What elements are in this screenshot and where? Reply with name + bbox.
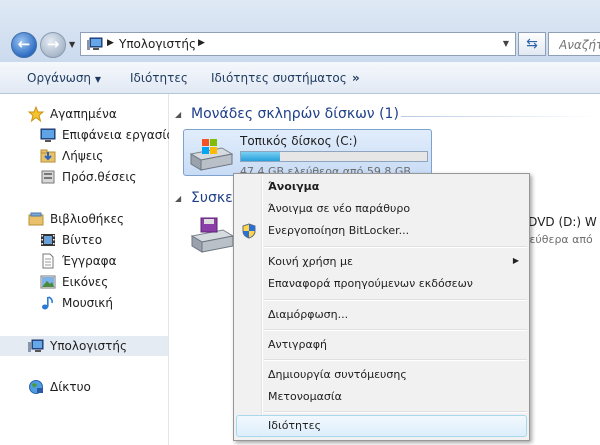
menu-item-create-shortcut[interactable]: Δημιουργία συντόμευσης (236, 364, 527, 386)
nav-music[interactable]: Μουσική (0, 293, 168, 313)
menu-item-copy[interactable]: Αντιγραφή (236, 334, 527, 356)
address-field[interactable]: ▶ Υπολογιστής ▶ ▼ (80, 32, 516, 56)
menu-label: Μετονομασία (268, 390, 342, 403)
breadcrumb-separator-icon[interactable]: ▶ (198, 38, 205, 48)
nav-label: Βιβλιοθήκες (50, 212, 125, 226)
desktop-icon (40, 128, 56, 142)
nav-videos[interactable]: Βίντεο (0, 230, 168, 250)
menu-label: Ενεργοποίηση BitLocker... (268, 224, 410, 237)
organize-button[interactable]: Οργάνωση ▼ (27, 71, 101, 85)
menu-label: Επαναφορά προηγούμενων εκδόσεων (268, 277, 473, 290)
nav-network[interactable]: Δίκτυο (0, 377, 168, 397)
menu-label: Αντιγραφή (268, 338, 327, 351)
nav-label: Βίντεο (62, 233, 103, 247)
downloads-folder-icon (40, 149, 56, 163)
collapse-group-icon[interactable]: ◢ (175, 110, 181, 119)
menu-label: Άνοιγμα σε νέο παράθυρο (268, 202, 411, 215)
nav-libraries[interactable]: Βιβλιοθήκες (0, 209, 168, 229)
search-input[interactable] (557, 37, 600, 53)
search-box[interactable] (548, 32, 600, 56)
nav-pictures[interactable]: Εικόνες (0, 272, 168, 292)
menu-separator (264, 299, 527, 301)
nav-label: Μουσική (62, 296, 113, 310)
menu-item-restore-versions[interactable]: Επαναφορά προηγούμενων εκδόσεων (236, 273, 527, 295)
computer-icon (28, 339, 44, 352)
removable-drive-icon[interactable] (189, 216, 235, 256)
more-commands-button[interactable]: » (352, 71, 360, 85)
chevron-down-icon: ▼ (94, 75, 102, 84)
menu-separator (264, 246, 527, 248)
drive-usage-fill (241, 152, 280, 161)
nav-label: Λήψεις (62, 149, 104, 163)
menu-label: Ιδιότητες (268, 419, 322, 432)
breadcrumb-separator-icon[interactable]: ▶ (107, 38, 114, 48)
nav-label: Έγγραφα (62, 254, 117, 268)
menu-item-open[interactable]: Άνοιγμα (236, 176, 527, 198)
nav-downloads[interactable]: Λήψεις (0, 146, 168, 166)
hard-drive-icon (189, 139, 234, 171)
menu-item-format[interactable]: Διαμόρφωση... (236, 304, 527, 326)
back-button[interactable]: ← (11, 32, 37, 58)
nav-label: Δίκτυο (50, 380, 91, 394)
menu-item-share-with[interactable]: Κοινή χρήση με ▶ (236, 251, 527, 273)
drive-tile-c[interactable]: Τοπικός δίσκος (C:) 47,4 GB ελεύθερα από… (183, 129, 432, 178)
menu-separator (264, 411, 527, 413)
properties-button[interactable]: Ιδιότητες (130, 71, 188, 85)
nav-documents[interactable]: Έγγραφα (0, 251, 168, 271)
group-header-line (401, 116, 600, 117)
menu-label: Δημιουργία συντόμευσης (268, 368, 407, 381)
address-bar-area: ← → ▼ ▶ Υπολογιστής ▶ ▼ ⇆ (0, 0, 600, 62)
menu-label: Κοινή χρήση με (268, 255, 353, 268)
collapse-group-icon[interactable]: ◢ (175, 194, 181, 203)
nav-computer[interactable]: Υπολογιστής (0, 336, 168, 356)
context-menu: Άνοιγμα Άνοιγμα σε νέο παράθυρο Ενεργοπο… (233, 173, 530, 441)
menu-separator (264, 329, 527, 331)
recent-places-icon (41, 170, 55, 184)
nav-label: Επιφάνεια εργασίας (62, 128, 182, 142)
navigation-pane: Αγαπημένα Επιφάνεια εργασίας Λήψεις Πρόσ… (0, 94, 181, 445)
menu-item-properties[interactable]: Ιδιότητες (236, 415, 527, 437)
breadcrumb-computer[interactable]: Υπολογιστής (119, 37, 196, 51)
nav-label: Υπολογιστής (50, 339, 127, 353)
refresh-button[interactable]: ⇆ (518, 32, 546, 56)
computer-icon (87, 37, 103, 50)
nav-label: Πρόσ.θέσεις (62, 170, 137, 184)
drive-name: Τοπικός δίσκος (C:) (240, 134, 358, 148)
nav-recent-places[interactable]: Πρόσ.θέσεις (0, 167, 168, 187)
menu-item-open-new-window[interactable]: Άνοιγμα σε νέο παράθυρο (236, 198, 527, 220)
uac-shield-icon (242, 223, 256, 239)
command-bar: Οργάνωση ▼ Ιδιότητες Ιδιότητες συστήματο… (0, 62, 600, 94)
menu-label: Διαμόρφωση... (268, 308, 349, 321)
drive-usage-bar (240, 151, 428, 162)
nav-label: Αγαπημένα (50, 107, 117, 121)
network-globe-icon (29, 380, 43, 394)
nav-desktop[interactable]: Επιφάνεια εργασίας (0, 125, 181, 145)
menu-item-bitlocker[interactable]: Ενεργοποίηση BitLocker... (236, 220, 527, 242)
system-properties-button[interactable]: Ιδιότητες συστήματος (211, 71, 347, 85)
group-header-hard-disks[interactable]: Μονάδες σκληρών δίσκων (1) (191, 106, 399, 122)
music-note-icon (42, 296, 53, 310)
recent-pages-dropdown-icon[interactable]: ▼ (69, 40, 75, 49)
menu-separator (264, 359, 527, 361)
libraries-icon (28, 212, 44, 226)
submenu-arrow-icon: ▶ (512, 256, 519, 265)
video-icon (41, 234, 55, 246)
document-icon (42, 253, 54, 269)
nav-label: Εικόνες (62, 275, 109, 289)
menu-label: Άνοιγμα (268, 180, 320, 193)
menu-item-rename[interactable]: Μετονομασία (236, 386, 527, 408)
star-icon (28, 106, 44, 122)
pictures-icon (40, 275, 56, 289)
forward-button[interactable]: → (40, 32, 66, 58)
nav-favorites[interactable]: Αγαπημένα (0, 104, 168, 124)
address-history-dropdown-icon[interactable]: ▼ (503, 39, 509, 48)
